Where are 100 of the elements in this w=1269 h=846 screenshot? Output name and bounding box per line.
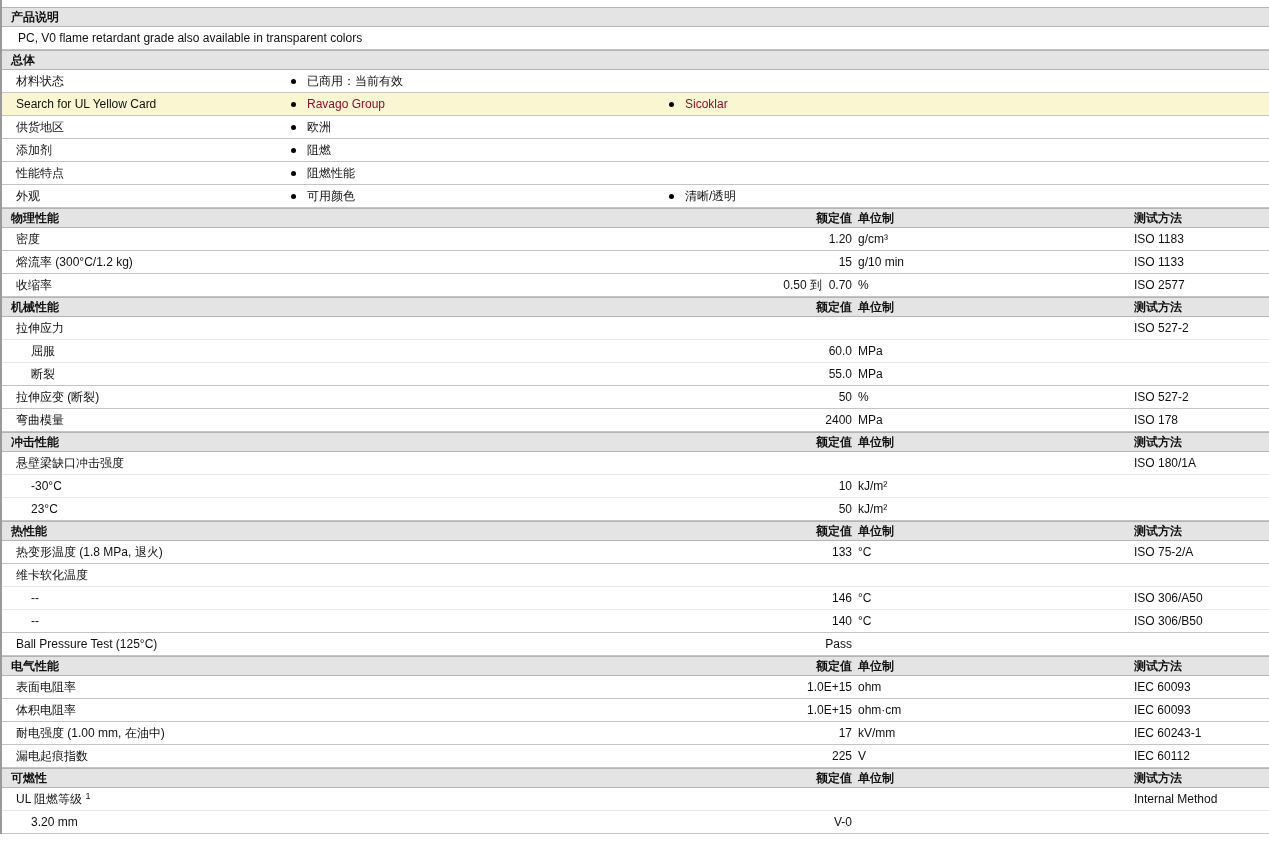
test-method-text: ISO 527-2 — [1134, 390, 1189, 404]
value-text: 55.0 — [828, 367, 852, 381]
value-text: 0.50 到 0.70 — [783, 278, 852, 292]
value-text: 阻燃 — [307, 142, 331, 159]
test-method-text: IEC 60093 — [1134, 703, 1191, 717]
test-method-text: Internal Method — [1134, 792, 1218, 806]
section-header: 可燃性 额定值 单位制 测试方法 — [2, 768, 1269, 788]
test-method-text: ISO 180/1A — [1134, 456, 1197, 470]
test-method-text: IEC 60243-1 — [1134, 726, 1202, 740]
unit-text: °C — [858, 545, 872, 559]
value-text: 50 — [838, 502, 852, 516]
test-method-text: IEC 60112 — [1134, 749, 1190, 763]
unit-text: % — [858, 278, 869, 292]
property-label: 拉伸应力 — [15, 321, 64, 335]
property-label: 添加剂 — [15, 143, 52, 157]
value-text: 133 — [831, 545, 852, 559]
section-header: 冲击性能 额定值 单位制 测试方法 — [2, 432, 1269, 452]
property-label: UL 阻燃等级 $^{1}$ — [15, 792, 91, 806]
section-header: 热性能 额定值 单位制 测试方法 — [2, 521, 1269, 541]
unit-text: g/10 min — [858, 255, 905, 269]
test-method-text: ISO 527-2 — [1134, 321, 1189, 335]
property-label: 23°C — [30, 502, 58, 516]
bullet-icon — [669, 193, 674, 199]
value-text: 清晰/透明 — [685, 188, 737, 205]
unit-text: kJ/m² — [858, 479, 888, 493]
property-label: -- — [30, 591, 39, 605]
bullet-icon — [669, 101, 674, 107]
property-label: 收缩率 — [15, 278, 52, 292]
property-label: 外观 — [15, 189, 40, 203]
bullet-icon — [291, 78, 296, 84]
property-label: 热变形温度 (1.8 MPa, 退火) — [15, 545, 163, 559]
property-label: 漏电起痕指数 — [15, 749, 88, 763]
link[interactable]: Sicoklar — [685, 95, 728, 113]
unit-text: °C — [858, 591, 872, 605]
property-label: 性能特点 — [15, 166, 64, 180]
value-text: 225 — [831, 749, 852, 763]
value-text: 2400 — [825, 413, 852, 427]
value-text: 15 — [838, 255, 852, 269]
value-text: 10 — [838, 479, 852, 493]
bullet-icon — [291, 193, 296, 199]
value-text: V-0 — [834, 815, 852, 829]
unit-text: g/cm³ — [858, 232, 888, 246]
test-method-text: ISO 306/B50 — [1134, 614, 1203, 628]
value-text: 1.0E+15 — [806, 680, 852, 694]
value-text: 146 — [831, 591, 852, 605]
test-method-text: IEC 60093 — [1134, 680, 1191, 694]
property-label: 弯曲模量 — [15, 413, 64, 427]
property-label: 屈服 — [30, 344, 55, 358]
unit-text: kV/mm — [858, 726, 896, 740]
test-method-text: ISO 306/A50 — [1134, 591, 1203, 605]
unit-text: ohm·cm — [858, 703, 902, 717]
bullet-icon — [291, 101, 296, 107]
value-text: 140 — [831, 614, 852, 628]
property-label: 材料状态 — [15, 74, 64, 88]
property-label: 熔流率 (300°C/1.2 kg) — [15, 255, 133, 269]
value-text: 60.0 — [828, 344, 852, 358]
unit-text: °C — [858, 614, 872, 628]
test-method-text: ISO 75-2/A — [1134, 545, 1194, 559]
property-label: 3.20 mm — [30, 815, 78, 829]
value-text: 已商用：当前有效 — [307, 73, 403, 90]
value-text: 17 — [838, 726, 852, 740]
property-label: Ball Pressure Test (125°C) — [15, 637, 158, 651]
value-text: Pass — [825, 637, 852, 651]
value-text: 1.20 — [828, 232, 852, 246]
property-label: 断裂 — [30, 367, 55, 381]
section-header: 物理性能 额定值 单位制 测试方法 — [2, 208, 1269, 228]
unit-text: % — [858, 390, 869, 404]
property-label: -30°C — [30, 479, 62, 493]
unit-text: MPa — [858, 367, 883, 381]
property-label: 维卡软化温度 — [15, 568, 88, 582]
unit-text: ohm — [858, 680, 882, 694]
section-header: 机械性能 额定值 单位制 测试方法 — [2, 297, 1269, 317]
description-text: PC, V0 flame retardant grade also available in transparent colors — [17, 30, 363, 47]
bullet-icon — [291, 170, 296, 176]
value-text: 1.0E+15 — [806, 703, 852, 717]
property-label: -- — [30, 614, 39, 628]
property-label: 表面电阻率 — [15, 680, 76, 694]
test-method-text: ISO 2577 — [1134, 278, 1185, 292]
value-text: 可用颜色 — [307, 188, 355, 205]
unit-text: MPa — [858, 344, 883, 358]
property-label: Search for UL Yellow Card — [15, 97, 157, 111]
value-text: 50 — [838, 390, 852, 404]
unit-text: V — [858, 749, 866, 763]
test-method-text: ISO 1183 — [1134, 232, 1184, 246]
section-header: 产品说明 — [2, 7, 1269, 27]
property-label: 耐电强度 (1.00 mm, 在油中) — [15, 726, 165, 740]
value-text: 欧洲 — [307, 119, 331, 136]
link[interactable]: Ravago Group — [307, 95, 386, 113]
section-header: 总体 — [2, 50, 1269, 70]
bullet-icon — [291, 124, 296, 130]
unit-text: MPa — [858, 413, 883, 427]
property-label: 拉伸应变 (断裂) — [15, 390, 100, 404]
test-method-text: ISO 178 — [1134, 413, 1179, 427]
section-header: 电气性能 额定值 单位制 测试方法 — [2, 656, 1269, 676]
property-label: 密度 — [15, 232, 40, 246]
property-label: 供货地区 — [15, 120, 64, 134]
test-method-text: ISO 1133 — [1134, 255, 1184, 269]
bullet-icon — [291, 147, 296, 153]
property-label: 悬壁梁缺口冲击强度 — [15, 456, 124, 470]
property-label: 体积电阻率 — [15, 703, 76, 717]
